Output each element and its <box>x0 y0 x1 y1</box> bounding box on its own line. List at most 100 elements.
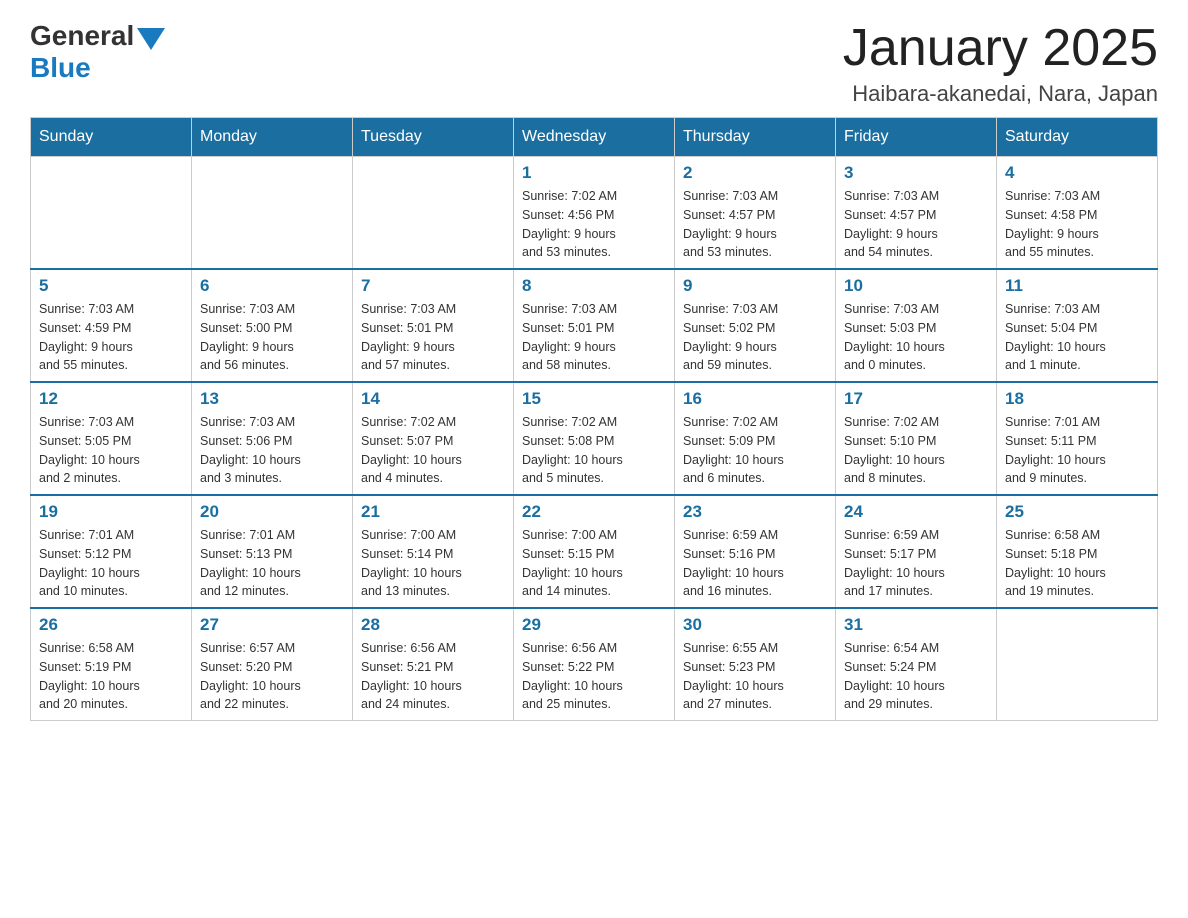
table-row: 17 Sunrise: 7:02 AMSunset: 5:10 PMDayligh… <box>836 382 997 495</box>
header-sunday: Sunday <box>31 118 192 157</box>
day-info: Sunrise: 7:00 AMSunset: 5:14 PMDaylight:… <box>361 526 505 601</box>
day-number: 28 <box>361 615 505 635</box>
table-row: 27 Sunrise: 6:57 AMSunset: 5:20 PMDayligh… <box>192 608 353 721</box>
day-info: Sunrise: 7:01 AMSunset: 5:11 PMDaylight:… <box>1005 413 1149 488</box>
table-row: 31 Sunrise: 6:54 AMSunset: 5:24 PMDayligh… <box>836 608 997 721</box>
header-friday: Friday <box>836 118 997 157</box>
header-saturday: Saturday <box>997 118 1158 157</box>
day-number: 30 <box>683 615 827 635</box>
day-number: 8 <box>522 276 666 296</box>
table-row <box>997 608 1158 721</box>
day-info: Sunrise: 6:57 AMSunset: 5:20 PMDaylight:… <box>200 639 344 714</box>
header-tuesday: Tuesday <box>353 118 514 157</box>
table-row: 3 Sunrise: 7:03 AMSunset: 4:57 PMDaylight… <box>836 157 997 270</box>
day-number: 3 <box>844 163 988 183</box>
page-header: General Blue January 2025 Haibara-akaned… <box>30 20 1158 107</box>
day-info: Sunrise: 7:03 AMSunset: 4:58 PMDaylight:… <box>1005 187 1149 262</box>
logo: General Blue <box>30 20 165 84</box>
day-number: 1 <box>522 163 666 183</box>
calendar-subtitle: Haibara-akanedai, Nara, Japan <box>843 81 1158 107</box>
logo-triangle-icon <box>137 28 165 50</box>
table-row <box>192 157 353 270</box>
day-number: 29 <box>522 615 666 635</box>
table-row: 21 Sunrise: 7:00 AMSunset: 5:14 PMDayligh… <box>353 495 514 608</box>
header-row: Sunday Monday Tuesday Wednesday Thursday… <box>31 118 1158 157</box>
table-row: 2Sunrise: 7:03 AMSunset: 4:57 PMDaylight… <box>675 157 836 270</box>
table-row: 11 Sunrise: 7:03 AMSunset: 5:04 PMDayligh… <box>997 269 1158 382</box>
calendar-table: Sunday Monday Tuesday Wednesday Thursday… <box>30 117 1158 721</box>
table-row: 10 Sunrise: 7:03 AMSunset: 5:03 PMDayligh… <box>836 269 997 382</box>
day-number: 31 <box>844 615 988 635</box>
day-number: 19 <box>39 502 183 522</box>
day-info: Sunrise: 7:03 AMSunset: 4:57 PMDaylight:… <box>844 187 988 262</box>
day-info: Sunrise: 7:03 AMSunset: 5:01 PMDaylight:… <box>522 300 666 375</box>
day-number: 13 <box>200 389 344 409</box>
logo-general: General <box>30 20 134 52</box>
table-row: 20 Sunrise: 7:01 AMSunset: 5:13 PMDayligh… <box>192 495 353 608</box>
table-row: 24 Sunrise: 6:59 AMSunset: 5:17 PMDayligh… <box>836 495 997 608</box>
day-info: Sunrise: 6:58 AMSunset: 5:18 PMDaylight:… <box>1005 526 1149 601</box>
day-info: Sunrise: 7:01 AMSunset: 5:12 PMDaylight:… <box>39 526 183 601</box>
table-row: 5 Sunrise: 7:03 AMSunset: 4:59 PMDaylight… <box>31 269 192 382</box>
table-row: 6 Sunrise: 7:03 AMSunset: 5:00 PMDaylight… <box>192 269 353 382</box>
day-info: Sunrise: 6:55 AMSunset: 5:23 PMDaylight:… <box>683 639 827 714</box>
day-info: Sunrise: 7:03 AMSunset: 5:01 PMDaylight:… <box>361 300 505 375</box>
day-info: Sunrise: 7:02 AMSunset: 5:10 PMDaylight:… <box>844 413 988 488</box>
header-thursday: Thursday <box>675 118 836 157</box>
day-number: 14 <box>361 389 505 409</box>
day-info: Sunrise: 7:02 AMSunset: 5:08 PMDaylight:… <box>522 413 666 488</box>
day-number: 21 <box>361 502 505 522</box>
table-row <box>353 157 514 270</box>
day-number: 4 <box>1005 163 1149 183</box>
header-wednesday: Wednesday <box>514 118 675 157</box>
day-info: Sunrise: 7:03 AMSunset: 5:02 PMDaylight:… <box>683 300 827 375</box>
day-number: 17 <box>844 389 988 409</box>
day-info: Sunrise: 7:03 AMSunset: 5:04 PMDaylight:… <box>1005 300 1149 375</box>
day-info: Sunrise: 7:03 AMSunset: 5:05 PMDaylight:… <box>39 413 183 488</box>
table-row: 29 Sunrise: 6:56 AMSunset: 5:22 PMDayligh… <box>514 608 675 721</box>
table-row: 16Sunrise: 7:02 AMSunset: 5:09 PMDayligh… <box>675 382 836 495</box>
day-info: Sunrise: 7:03 AMSunset: 5:00 PMDaylight:… <box>200 300 344 375</box>
table-row: 28Sunrise: 6:56 AMSunset: 5:21 PMDayligh… <box>353 608 514 721</box>
calendar-body: 1 Sunrise: 7:02 AMSunset: 4:56 PMDaylight… <box>31 157 1158 721</box>
table-row <box>31 157 192 270</box>
day-info: Sunrise: 7:01 AMSunset: 5:13 PMDaylight:… <box>200 526 344 601</box>
day-info: Sunrise: 7:02 AMSunset: 5:07 PMDaylight:… <box>361 413 505 488</box>
day-info: Sunrise: 6:54 AMSunset: 5:24 PMDaylight:… <box>844 639 988 714</box>
day-info: Sunrise: 6:59 AMSunset: 5:16 PMDaylight:… <box>683 526 827 601</box>
day-number: 15 <box>522 389 666 409</box>
day-info: Sunrise: 7:03 AMSunset: 5:06 PMDaylight:… <box>200 413 344 488</box>
day-number: 11 <box>1005 276 1149 296</box>
day-info: Sunrise: 6:56 AMSunset: 5:22 PMDaylight:… <box>522 639 666 714</box>
calendar-header: Sunday Monday Tuesday Wednesday Thursday… <box>31 118 1158 157</box>
title-section: January 2025 Haibara-akanedai, Nara, Jap… <box>843 20 1158 107</box>
day-info: Sunrise: 7:02 AMSunset: 4:56 PMDaylight:… <box>522 187 666 262</box>
day-number: 10 <box>844 276 988 296</box>
day-number: 26 <box>39 615 183 635</box>
day-number: 27 <box>200 615 344 635</box>
logo-blue: Blue <box>30 52 165 84</box>
day-info: Sunrise: 7:03 AMSunset: 4:57 PMDaylight:… <box>683 187 827 262</box>
table-row: 12 Sunrise: 7:03 AMSunset: 5:05 PMDayligh… <box>31 382 192 495</box>
table-row: 23Sunrise: 6:59 AMSunset: 5:16 PMDayligh… <box>675 495 836 608</box>
header-monday: Monday <box>192 118 353 157</box>
table-row: 18Sunrise: 7:01 AMSunset: 5:11 PMDayligh… <box>997 382 1158 495</box>
calendar-title: January 2025 <box>843 20 1158 77</box>
day-info: Sunrise: 7:03 AMSunset: 5:03 PMDaylight:… <box>844 300 988 375</box>
day-number: 6 <box>200 276 344 296</box>
day-number: 12 <box>39 389 183 409</box>
day-number: 24 <box>844 502 988 522</box>
day-number: 7 <box>361 276 505 296</box>
table-row: 15 Sunrise: 7:02 AMSunset: 5:08 PMDayligh… <box>514 382 675 495</box>
day-number: 20 <box>200 502 344 522</box>
table-row: 19 Sunrise: 7:01 AMSunset: 5:12 PMDayligh… <box>31 495 192 608</box>
table-row: 25 Sunrise: 6:58 AMSunset: 5:18 PMDayligh… <box>997 495 1158 608</box>
day-number: 5 <box>39 276 183 296</box>
day-info: Sunrise: 6:59 AMSunset: 5:17 PMDaylight:… <box>844 526 988 601</box>
day-info: Sunrise: 7:02 AMSunset: 5:09 PMDaylight:… <box>683 413 827 488</box>
day-info: Sunrise: 6:58 AMSunset: 5:19 PMDaylight:… <box>39 639 183 714</box>
day-info: Sunrise: 7:03 AMSunset: 4:59 PMDaylight:… <box>39 300 183 375</box>
table-row: 13 Sunrise: 7:03 AMSunset: 5:06 PMDayligh… <box>192 382 353 495</box>
day-number: 25 <box>1005 502 1149 522</box>
day-info: Sunrise: 7:00 AMSunset: 5:15 PMDaylight:… <box>522 526 666 601</box>
